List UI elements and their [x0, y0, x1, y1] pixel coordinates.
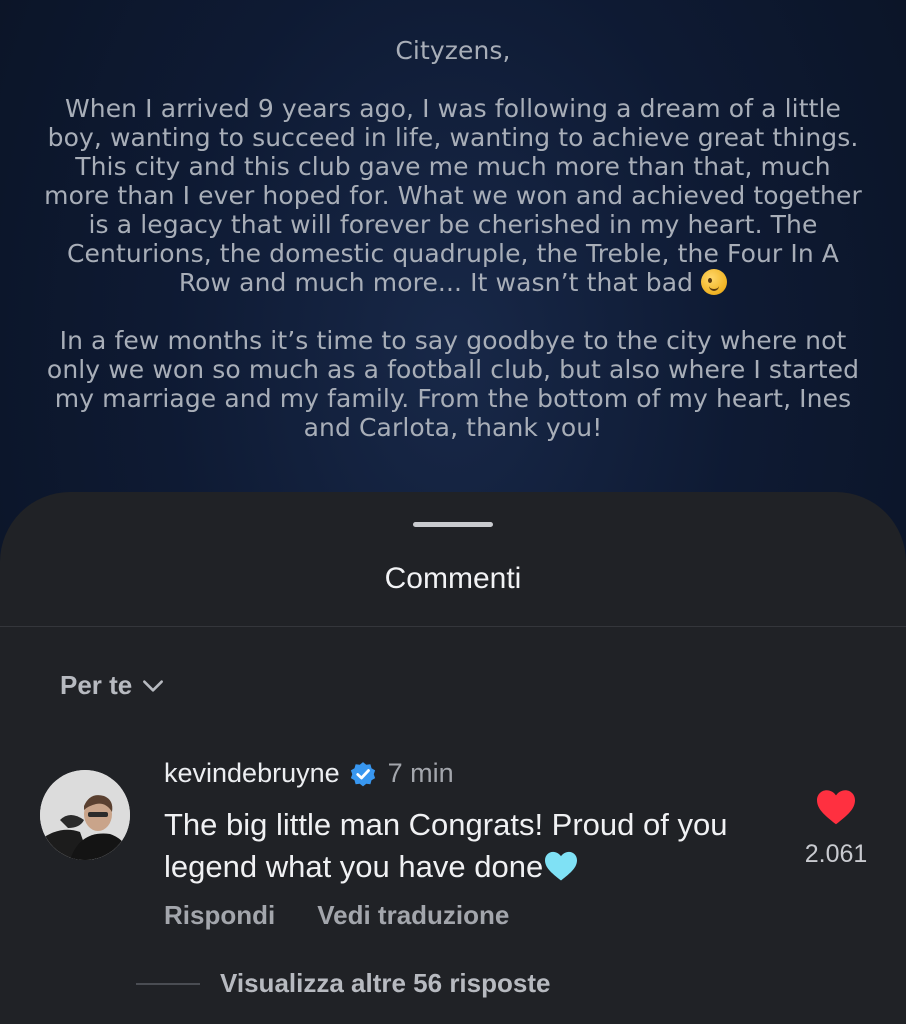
post-paragraph-1-text: When I arrived 9 years ago, I was follow…: [44, 94, 862, 297]
sort-label: Per te: [60, 670, 133, 700]
comment-actions: Rispondi Vedi traduzione: [164, 900, 509, 931]
verified-badge-icon: [348, 759, 378, 789]
comment-text-content: The big little man Congrats! Proud of yo…: [164, 807, 728, 884]
drag-handle[interactable]: [413, 522, 493, 527]
comment-text: The big little man Congrats! Proud of yo…: [164, 804, 774, 893]
sheet-title: Commenti: [384, 562, 522, 595]
comment-header: kevindebruyne 7 min: [164, 758, 454, 789]
screen: Cityzens, When I arrived 9 years ago, I …: [0, 0, 906, 1024]
post-greeting: Cityzens,: [395, 36, 511, 65]
reply-button[interactable]: Rispondi: [164, 900, 275, 931]
view-more-replies-label[interactable]: Visualizza altre 56 risposte: [220, 968, 550, 999]
post-caption: Cityzens, When I arrived 9 years ago, I …: [0, 36, 906, 471]
divider: [0, 626, 906, 627]
comment-time: 7 min: [387, 758, 454, 788]
post-paragraph-2: In a few months it’s time to say goodbye…: [46, 326, 860, 442]
comments-sheet: Commenti Per te kevindebruyne 7 min The …: [0, 492, 906, 1024]
comment-username[interactable]: kevindebruyne: [164, 758, 340, 789]
heart-icon[interactable]: [796, 788, 876, 826]
like-count: 2.061: [804, 840, 868, 868]
winking-face-icon: [701, 269, 728, 295]
chevron-down-icon: [140, 673, 166, 699]
avatar[interactable]: [40, 770, 130, 860]
light-blue-heart-icon: [543, 850, 579, 893]
view-more-replies[interactable]: Visualizza altre 56 risposte: [136, 968, 550, 999]
like-column: 2.061: [796, 788, 876, 869]
sort-dropdown[interactable]: Per te: [60, 670, 166, 701]
post-paragraph-1: When I arrived 9 years ago, I was follow…: [0, 94, 906, 297]
see-translation-button[interactable]: Vedi traduzione: [317, 900, 509, 931]
replies-divider: [136, 982, 200, 985]
